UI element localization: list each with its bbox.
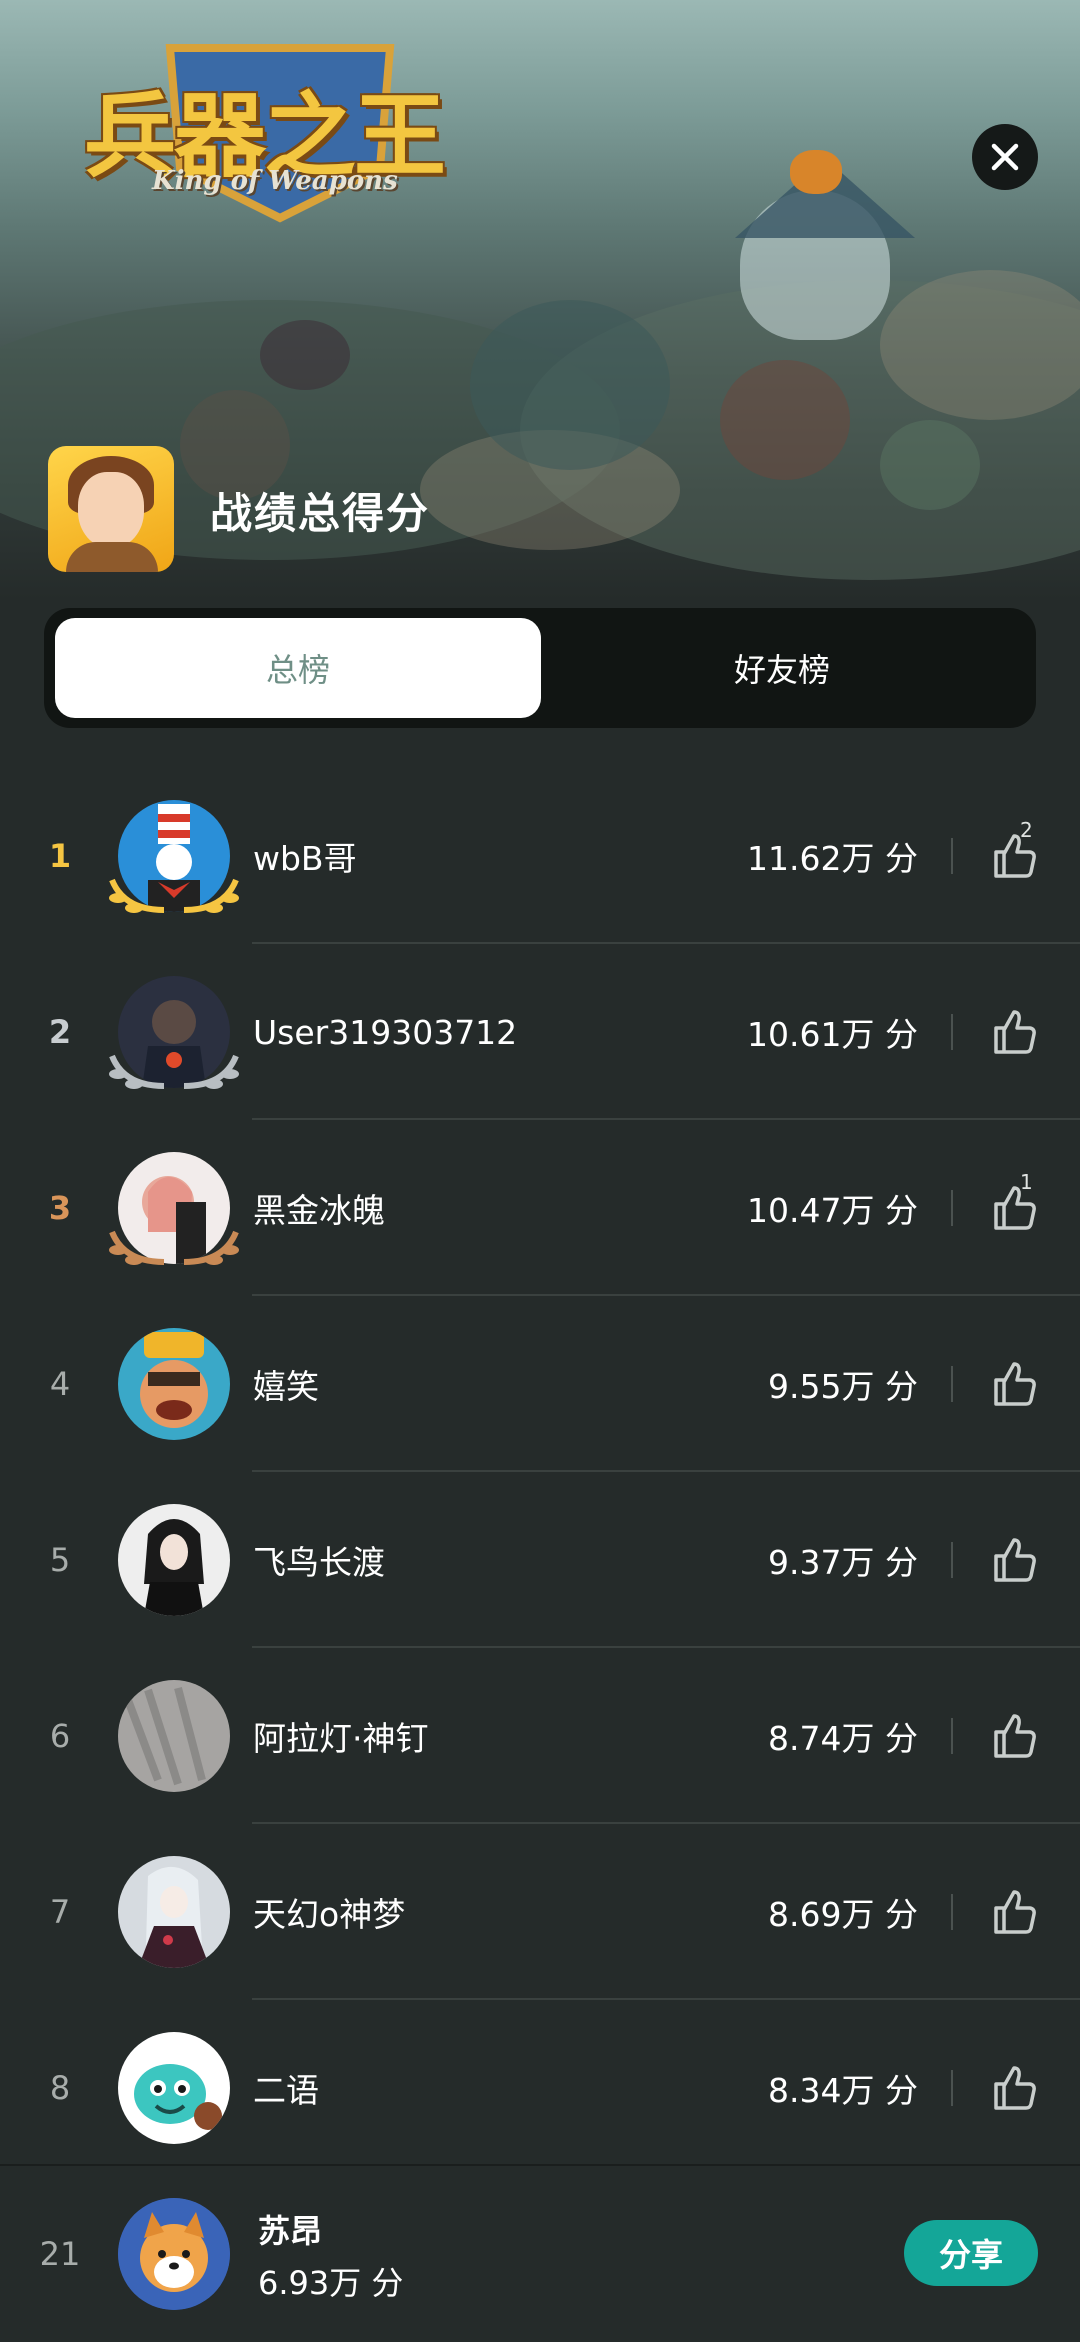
rank-number: 8: [49, 2069, 71, 2107]
divider: [951, 838, 953, 874]
player-score: 9.37万 分: [768, 1543, 918, 1582]
share-button[interactable]: 分享: [904, 2220, 1038, 2286]
thumbs-up-icon[interactable]: [986, 828, 1042, 884]
leaderboard-tabs: 总榜 好友榜: [44, 608, 1036, 728]
leaderboard-row[interactable]: 7 天幻o神梦 8.69万 分: [0, 1824, 1080, 2000]
player-name: 飞鸟长渡: [253, 1543, 385, 1582]
my-name: 苏昂: [258, 2212, 323, 2250]
divider: [951, 1366, 953, 1402]
divider: [951, 1718, 953, 1754]
divider: [951, 1190, 953, 1226]
leaderboard-row[interactable]: 3 黑金冰魄 10.47万 分 1: [0, 1120, 1080, 1296]
player-name: 黑金冰魄: [253, 1191, 385, 1230]
thumbs-up-icon[interactable]: [986, 2060, 1042, 2116]
avatar[interactable]: [118, 2032, 230, 2144]
close-icon: [991, 143, 1019, 171]
pumpkin-illustration: [790, 150, 842, 194]
divider: [951, 1894, 953, 1930]
gold-laurel-icon: [109, 878, 239, 913]
tab-friends[interactable]: 好友榜: [539, 618, 1025, 718]
thumbs-up-icon[interactable]: [986, 1884, 1042, 1940]
my-rank-number: 21: [39, 2235, 81, 2273]
leaderboard-row[interactable]: 2 User319303712 10.61万 分: [0, 944, 1080, 1120]
player-name: wbB哥: [253, 839, 357, 878]
player-score: 9.55万 分: [768, 1367, 918, 1406]
avatar-image: [118, 1680, 230, 1792]
game-logo: 兵器之王 King of Weapons: [70, 28, 450, 228]
player-name: 嬉笑: [253, 1367, 319, 1406]
my-rank-bar: 21 苏昂 6.93万 分 分享: [0, 2164, 1080, 2342]
thumbs-up-icon[interactable]: [986, 1180, 1042, 1236]
like-count: 2: [1020, 818, 1033, 842]
like-count: 1: [1020, 1170, 1033, 1194]
thumbs-up-icon[interactable]: [986, 1532, 1042, 1588]
avatar-image: [118, 2198, 230, 2310]
player-score: 8.34万 分: [768, 2071, 918, 2110]
rank-number: 3: [48, 1189, 72, 1227]
avatar-image: [144, 1519, 204, 1616]
avatar[interactable]: [118, 1328, 230, 1440]
leaderboard-row[interactable]: 5 飞鸟长渡 9.37万 分: [0, 1472, 1080, 1648]
bat-monster-illustration: [260, 320, 350, 390]
avatar-image: [140, 1332, 208, 1428]
player-score: 8.74万 分: [768, 1719, 918, 1758]
close-button[interactable]: [972, 124, 1038, 190]
leaderboard-row[interactable]: 8 二语 8.34万 分: [0, 2000, 1080, 2176]
avatar[interactable]: [118, 1856, 230, 1968]
divider: [951, 2070, 953, 2106]
player-name: 二语: [253, 2071, 319, 2110]
avatar[interactable]: [118, 1680, 230, 1792]
rank-number: 1: [48, 837, 72, 875]
leaderboard-row[interactable]: 6 阿拉灯·神钉 8.74万 分: [0, 1648, 1080, 1824]
bear-monster-illustration: [720, 360, 850, 480]
divider: [951, 1014, 953, 1050]
player-name: 阿拉灯·神钉: [253, 1719, 429, 1758]
leaderboard-row[interactable]: 4 嬉笑 9.55万 分: [0, 1296, 1080, 1472]
thumbs-up-icon[interactable]: [986, 1708, 1042, 1764]
rank-number: 7: [49, 1893, 71, 1931]
silver-laurel-icon: [109, 1054, 239, 1089]
player-score: 11.62万 分: [747, 839, 918, 878]
avatar-image: [138, 1866, 210, 1968]
player-score: 10.61万 分: [747, 1015, 918, 1054]
thumbs-up-icon[interactable]: [986, 1004, 1042, 1060]
player-score: 10.47万 分: [747, 1191, 918, 1230]
bronze-laurel-icon: [109, 1230, 239, 1265]
my-score: 6.93万 分: [258, 2264, 404, 2302]
avatar[interactable]: [118, 1504, 230, 1616]
page-title: 战绩总得分: [210, 489, 431, 538]
gem-monster-illustration: [880, 420, 980, 510]
tab-overall[interactable]: 总榜: [55, 618, 541, 718]
rank-number: 5: [49, 1541, 71, 1579]
rank-number: 6: [49, 1717, 71, 1755]
game-icon: [48, 446, 174, 572]
leaderboard-row[interactable]: 1 wbB哥 11.62万 分 2: [0, 768, 1080, 944]
thumbs-up-icon[interactable]: [986, 1356, 1042, 1412]
player-score: 8.69万 分: [768, 1895, 918, 1934]
logo-subtitle: King of Weapons: [152, 166, 398, 196]
rank-number: 4: [49, 1365, 71, 1403]
avatar-image: [134, 2064, 222, 2130]
player-name: User319303712: [253, 1012, 518, 1052]
dragon-monster-illustration: [470, 300, 670, 470]
player-name: 天幻o神梦: [253, 1895, 406, 1934]
my-avatar[interactable]: [118, 2198, 230, 2310]
divider: [951, 1542, 953, 1578]
rank-number: 2: [48, 1013, 72, 1051]
